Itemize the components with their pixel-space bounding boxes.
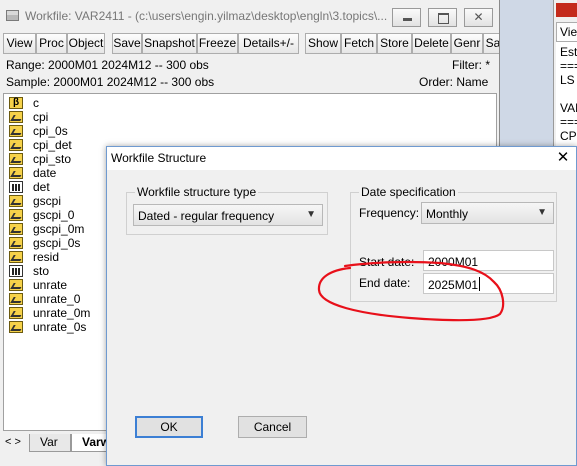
series-icon [9,139,23,151]
list-item[interactable]: gscpi_0s [9,236,80,250]
coef-icon: β [9,97,23,109]
order-info[interactable]: Order: Name [419,75,488,89]
list-item[interactable]: cpi_det [9,138,72,152]
tab-scroll-arrows[interactable]: < > [5,436,21,448]
structure-type-value: Dated - regular frequency [138,209,275,223]
end-date-value: 2025M01 [428,278,479,292]
filter-info[interactable]: Filter: * [452,58,490,72]
series-icon [9,279,23,291]
series-icon [9,223,23,235]
series-icon [9,125,23,137]
output-line: LS [560,73,575,87]
list-item[interactable]: det [9,180,50,194]
dialog-titlebar[interactable]: Workfile Structure ✕ [107,147,576,170]
close-button-partial[interactable] [556,3,577,17]
output-line: VAR [560,101,577,115]
list-item[interactable]: unrate_0m [9,306,90,320]
view-button-partial[interactable]: Viev [556,22,577,42]
workfile-structure-dialog: Workfile Structure ✕ Workfile structure … [106,146,577,466]
save-button[interactable]: Save [112,33,142,54]
list-item[interactable]: cpi_0s [9,124,68,138]
tab-var[interactable]: Var [29,434,71,452]
range-info[interactable]: Range: 2000M01 2024M12 -- 300 obs [6,58,209,72]
frequency-select[interactable]: Monthly ▼ [421,202,554,224]
close-button[interactable]: ✕ [464,8,493,27]
frequency-label: Frequency: [359,206,420,220]
proc-button[interactable]: Proc [36,33,67,54]
series-icon [9,111,23,123]
series-icon [9,251,23,263]
snapshot-button[interactable]: Snapshot [142,33,197,54]
output-line: === [560,115,577,129]
sample-button[interactable]: Sa [483,33,499,54]
list-item[interactable]: date [9,166,56,180]
workfile-toolbar: View Proc Object Save Snapshot Freeze De… [3,33,499,54]
series-icon [9,209,23,221]
text-caret [479,277,480,291]
list-item[interactable]: cpi_sto [9,152,71,166]
series-icon [9,237,23,249]
object-button[interactable]: Object [67,33,105,54]
output-line: === [560,59,577,73]
structure-type-legend: Workfile structure type [135,185,259,199]
minimize-icon [393,9,420,26]
start-date-value: 2000M01 [428,255,479,269]
store-button[interactable]: Store [377,33,412,54]
maximize-icon [429,9,456,26]
series-icon [9,195,23,207]
output-line: Est [560,45,577,59]
list-item[interactable]: unrate_0s [9,320,86,334]
list-item[interactable]: cpi [9,110,48,124]
dialog-title: Workfile Structure [111,151,207,165]
date-spec-legend: Date specification [359,185,458,199]
series-icon [9,307,23,319]
minimize-button[interactable] [392,8,421,27]
details-button[interactable]: Details+/- [238,33,299,54]
list-item[interactable]: sto [9,264,49,278]
genr-button[interactable]: Genr [451,33,483,54]
series-icon [9,153,23,165]
dialog-close-icon[interactable]: ✕ [554,149,572,167]
chevron-down-icon: ▼ [537,207,547,218]
list-item[interactable]: unrate [9,278,67,292]
view-button[interactable]: View [3,33,36,54]
maximize-button[interactable] [428,8,457,27]
sample-info[interactable]: Sample: 2000M01 2024M12 -- 300 obs [6,75,214,89]
list-item[interactable]: gscpi_0m [9,222,84,236]
series-icon [9,321,23,333]
workfile-title: Workfile: VAR2411 - (c:\users\engin.yilm… [25,9,388,23]
list-item[interactable]: gscpi_0 [9,208,74,222]
cancel-button[interactable]: Cancel [238,416,307,438]
delete-button[interactable]: Delete [412,33,451,54]
fetch-button[interactable]: Fetch [341,33,377,54]
list-item[interactable]: βc [9,96,39,110]
end-date-field[interactable]: 2025M01 [423,273,554,294]
structure-type-select[interactable]: Dated - regular frequency ▼ [133,204,323,226]
series-icon [9,293,23,305]
output-line: CPI [560,129,577,143]
start-date-field[interactable]: 2000M01 [423,250,554,271]
group-icon [9,265,23,277]
structure-type-group: Workfile structure type Dated - regular … [126,185,328,235]
list-item[interactable]: gscpi [9,194,61,208]
close-icon: ✕ [473,10,484,24]
group-icon [9,181,23,193]
show-button[interactable]: Show [305,33,341,54]
series-icon [9,167,23,179]
chevron-down-icon: ▼ [306,209,316,220]
end-date-label: End date: [359,276,411,290]
list-item[interactable]: resid [9,250,59,264]
list-item[interactable]: unrate_0 [9,292,80,306]
workfile-app-icon [6,10,19,21]
frequency-value: Monthly [426,207,469,221]
freeze-button[interactable]: Freeze [197,33,238,54]
workfile-titlebar[interactable]: Workfile: VAR2411 - (c:\users\engin.yilm… [0,0,499,32]
start-date-label: Start date: [359,255,415,269]
ok-button[interactable]: OK [135,416,203,438]
